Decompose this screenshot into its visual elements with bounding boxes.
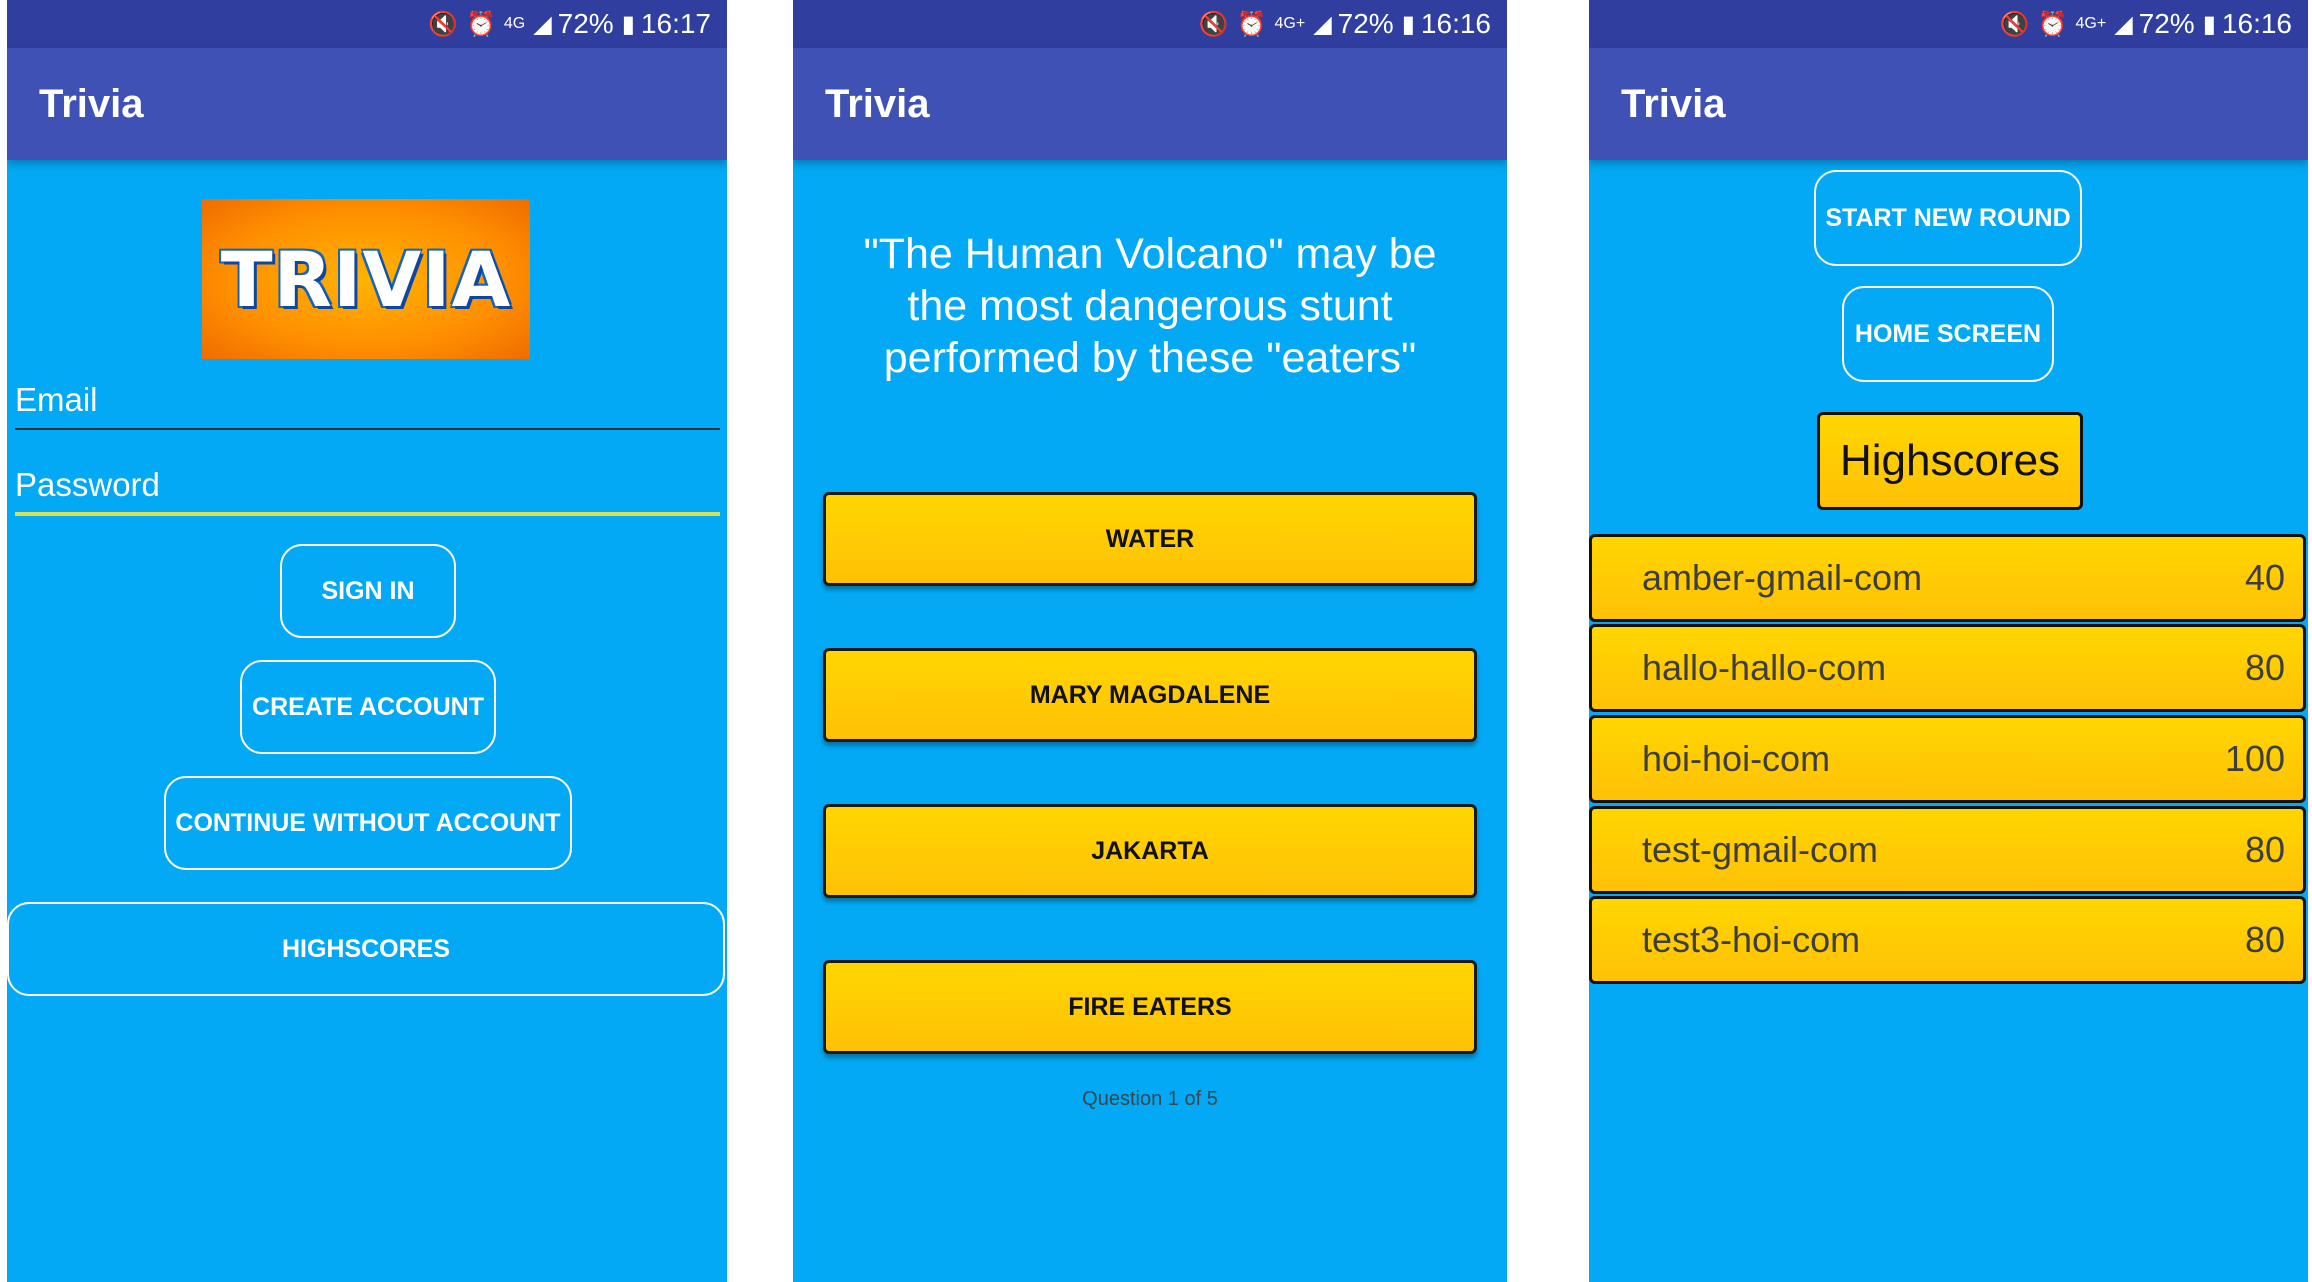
clock: 16:16 <box>2221 8 2292 39</box>
quiz-screen: 🔇 ⏰ 4G+ ◢ 72% ▮ 16:16 Trivia "The Human … <box>793 0 1507 1282</box>
logo-text: TRIVIA <box>220 234 512 324</box>
player-name: hoi-hoi-com <box>1642 738 1831 779</box>
battery-icon: ▮ <box>1401 10 1415 38</box>
mute-icon: 🔇 <box>428 10 458 38</box>
clock: 16:16 <box>1420 8 1491 39</box>
highscores-heading: Highscores <box>1817 412 2083 510</box>
app-bar: Trivia <box>7 48 727 160</box>
clock: 16:17 <box>640 8 711 39</box>
status-bar: 🔇 ⏰ 4G+ ◢ 72% ▮ 16:16 <box>1589 0 2308 48</box>
battery-percent: 72% <box>557 8 614 39</box>
network-type: 4G+ <box>1274 15 1306 32</box>
status-bar: 🔇 ⏰ 4G ◢ 72% ▮ 16:17 <box>7 0 727 48</box>
battery-percent: 72% <box>1337 8 1394 39</box>
app-title: Trivia <box>1621 81 1726 126</box>
highscore-row: hoi-hoi-com 100 <box>1589 715 2306 803</box>
player-score: 80 <box>2244 829 2285 870</box>
alarm-icon: ⏰ <box>1236 10 1267 38</box>
sign-in-button[interactable]: SIGN IN <box>280 544 456 638</box>
highscore-row: test3-hoi-com 80 <box>1589 896 2306 984</box>
app-bar: Trivia <box>793 48 1507 160</box>
answer-button-1[interactable]: WATER <box>823 492 1477 586</box>
highscore-row: amber-gmail-com 40 <box>1589 534 2306 622</box>
answer-button-2[interactable]: MARY MAGDALENE <box>823 648 1477 742</box>
player-name: amber-gmail-com <box>1642 557 1923 598</box>
alarm-icon: ⏰ <box>2037 10 2068 38</box>
battery-icon: ▮ <box>2202 10 2216 38</box>
player-name: test3-hoi-com <box>1642 919 1861 960</box>
password-field[interactable] <box>15 458 720 512</box>
highscores-screen: 🔇 ⏰ 4G+ ◢ 72% ▮ 16:16 Trivia START NEW R… <box>1589 0 2308 1282</box>
battery-percent: 72% <box>2138 8 2195 39</box>
highscore-row: hallo-hallo-com 80 <box>1589 624 2306 712</box>
mute-icon: 🔇 <box>1999 10 2030 38</box>
highscore-row: test-gmail-com 80 <box>1589 806 2306 894</box>
player-name: hallo-hallo-com <box>1642 647 1887 688</box>
answer-button-4[interactable]: FIRE EATERS <box>823 960 1477 1054</box>
password-field-wrapper <box>15 458 720 516</box>
create-account-button[interactable]: CREATE ACCOUNT <box>240 660 496 754</box>
trivia-logo: TRIVIA <box>202 199 530 359</box>
signal-icon: ◢ <box>2114 10 2133 38</box>
email-field[interactable] <box>15 372 720 428</box>
alarm-icon: ⏰ <box>465 10 496 38</box>
signal-icon: ◢ <box>533 10 552 38</box>
continue-without-account-button[interactable]: CONTINUE WITHOUT ACCOUNT <box>164 776 572 870</box>
app-title: Trivia <box>39 81 144 126</box>
question-progress: Question 1 of 5 <box>1082 1088 1218 1110</box>
player-name: test-gmail-com <box>1642 829 1879 870</box>
mute-icon: 🔇 <box>1198 10 1229 38</box>
email-field-wrapper <box>15 372 720 430</box>
network-type: 4G+ <box>2075 15 2107 32</box>
app-title: Trivia <box>825 81 930 126</box>
signal-icon: ◢ <box>1313 10 1332 38</box>
network-type: 4G <box>503 15 526 32</box>
question-text: "The Human Volcano" may be the most dang… <box>863 230 1437 382</box>
player-score: 80 <box>2244 647 2285 688</box>
answer-button-3[interactable]: JAKARTA <box>823 804 1477 898</box>
start-new-round-button[interactable]: START NEW ROUND <box>1814 170 2082 266</box>
player-score: 80 <box>2244 919 2285 960</box>
home-screen-button[interactable]: HOME SCREEN <box>1842 286 2054 382</box>
status-bar: 🔇 ⏰ 4G+ ◢ 72% ▮ 16:16 <box>793 0 1507 48</box>
login-screen: 🔇 ⏰ 4G ◢ 72% ▮ 16:17 Trivia TRIVIA SIGN … <box>7 0 727 1282</box>
player-score: 100 <box>2224 738 2285 779</box>
app-bar: Trivia <box>1589 48 2308 160</box>
battery-icon: ▮ <box>621 10 635 38</box>
highscores-button[interactable]: HIGHSCORES <box>7 902 725 996</box>
player-score: 40 <box>2244 557 2285 598</box>
